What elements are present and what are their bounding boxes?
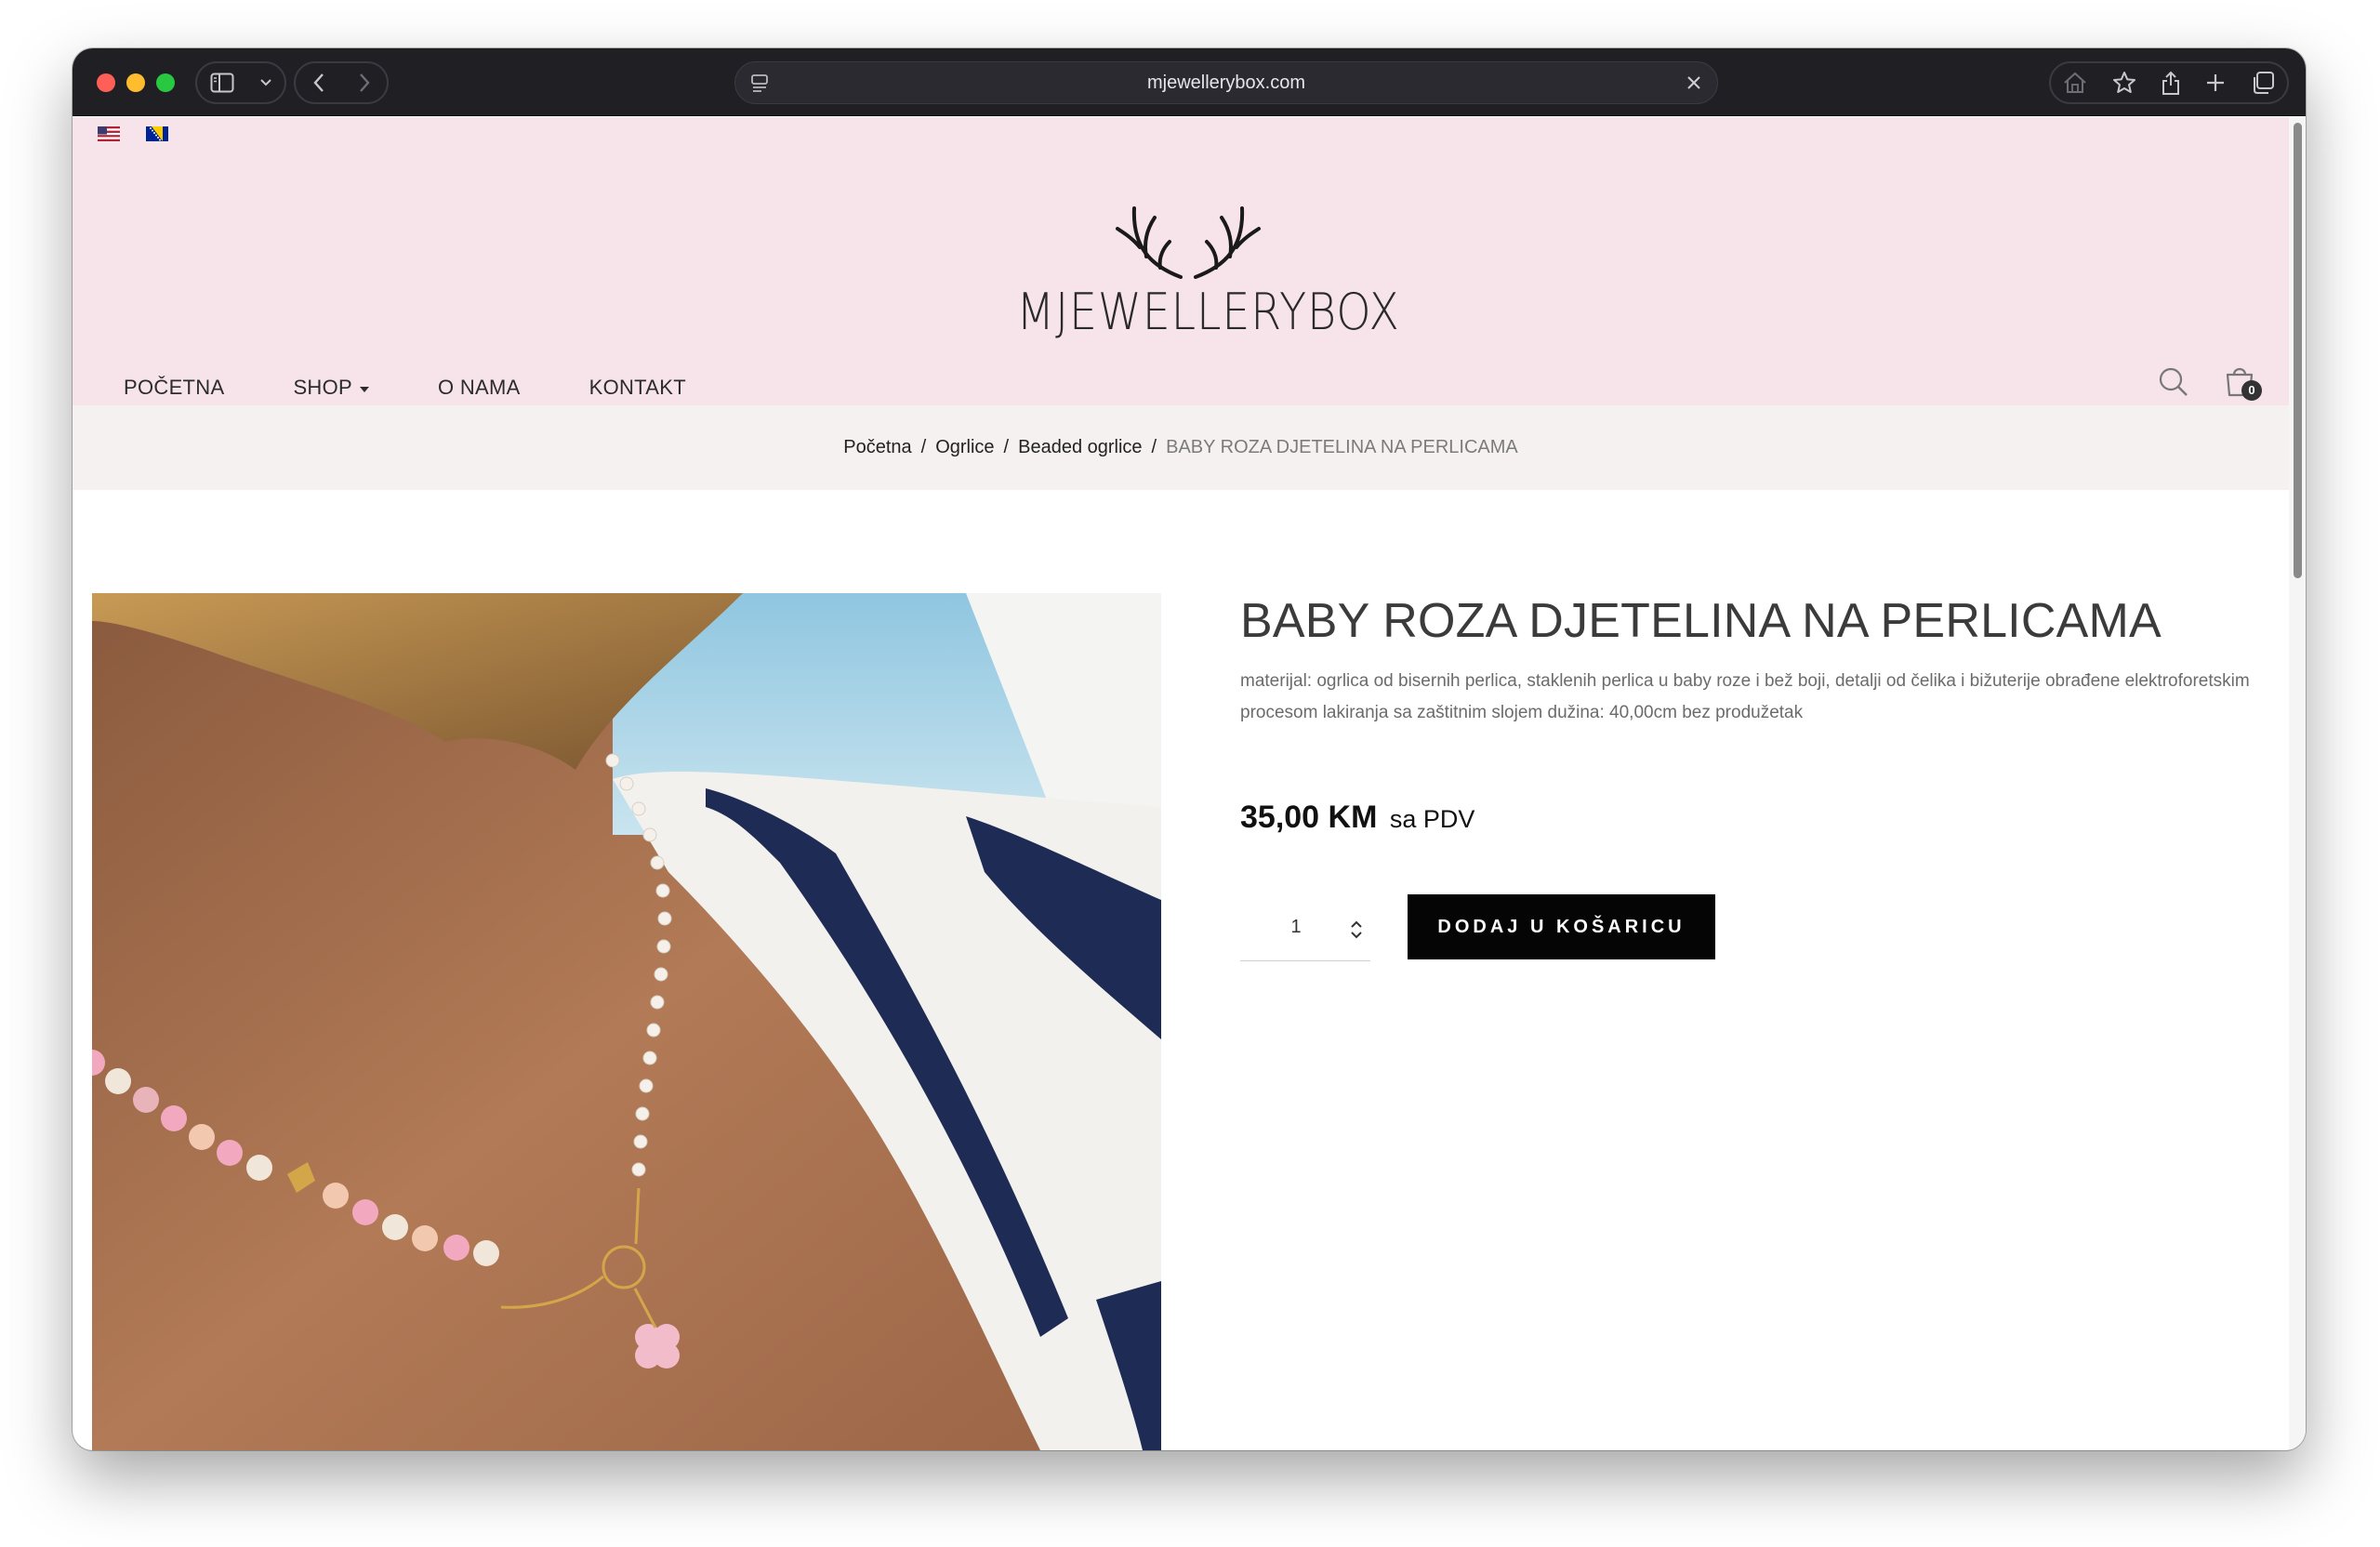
toolbar-actions-group <box>2049 61 2289 104</box>
us-flag-icon[interactable] <box>98 126 120 141</box>
caret-down-icon <box>360 387 370 392</box>
breadcrumb-current: BABY ROZA DJETELINA NA PERLICAMA <box>1166 437 1518 457</box>
breadcrumb-link-ogrlice[interactable]: Ogrlice <box>935 437 994 457</box>
history-nav-group <box>294 61 389 104</box>
cart-count-badge: 0 <box>2241 380 2262 401</box>
nav-item-pocetna[interactable]: POČETNA <box>124 376 224 400</box>
new-tab-icon[interactable] <box>2205 73 2226 93</box>
browser-window: mjewellerybox.com MJEWELLERYBOX POČETNA … <box>73 48 2306 1450</box>
breadcrumb-separator: / <box>1151 437 1157 457</box>
price-vat-note: sa PDV <box>1389 805 1475 833</box>
quantity-stepper[interactable]: 1 <box>1240 896 1370 961</box>
nav-label: KONTAKT <box>588 376 686 399</box>
clear-url-icon[interactable] <box>1684 73 1704 98</box>
nav-item-o-nama[interactable]: O NAMA <box>438 376 521 400</box>
breadcrumb-separator: / <box>1003 437 1010 457</box>
main-navigation: POČETNA SHOP O NAMA KONTAKT <box>124 376 755 400</box>
web-page: MJEWELLERYBOX POČETNA SHOP O NAMA KONTAK… <box>73 117 2289 1450</box>
site-header: MJEWELLERYBOX POČETNA SHOP O NAMA KONTAK… <box>73 117 2289 405</box>
close-window-button[interactable] <box>97 73 115 92</box>
breadcrumb-link-beaded-ogrlice[interactable]: Beaded ogrlice <box>1018 437 1142 457</box>
site-logo[interactable]: MJEWELLERYBOX <box>993 201 1400 341</box>
breadcrumb: Početna / Ogrlice / Beaded ogrlice / BABY ROZA… <box>73 437 2289 458</box>
chevron-down-icon[interactable] <box>259 78 272 87</box>
page-scrollbar[interactable] <box>2289 117 2306 1450</box>
sidebar-toggle-group <box>195 61 286 104</box>
necklace-photo <box>92 593 1161 1450</box>
quantity-value[interactable]: 1 <box>1240 917 1352 938</box>
zoom-window-button[interactable] <box>156 73 175 92</box>
product-price: 35,00 KM sa PDV <box>1240 800 1474 836</box>
product-title: BABY ROZA DJETELINA NA PERLICAMA <box>1240 594 2162 648</box>
cart-button[interactable]: 0 <box>2223 364 2262 402</box>
home-icon[interactable] <box>2063 72 2087 94</box>
product-description: materijal: ogrlica od bisernih perlica, … <box>1240 671 2250 722</box>
scrollbar-thumb[interactable] <box>2294 123 2302 578</box>
forward-arrow-icon[interactable] <box>358 73 371 93</box>
minimize-window-button[interactable] <box>126 73 145 92</box>
nav-item-kontakt[interactable]: KONTAKT <box>589 376 686 400</box>
search-icon[interactable] <box>2158 366 2189 403</box>
browser-toolbar: mjewellerybox.com <box>73 48 2306 116</box>
sidebar-icon[interactable] <box>210 73 234 93</box>
nav-label: POČETNA <box>124 376 225 399</box>
tab-overview-icon[interactable] <box>2251 71 2275 95</box>
language-switcher <box>98 126 168 141</box>
bosnia-flag-icon[interactable] <box>146 126 168 141</box>
price-amount: 35,00 KM <box>1240 800 1378 835</box>
breadcrumb-separator: / <box>920 437 927 457</box>
antlers-logo-icon <box>1116 206 1261 279</box>
logo-text: MJEWELLERYBOX <box>1016 283 1400 341</box>
url-text[interactable]: mjewellerybox.com <box>735 73 1717 94</box>
breadcrumb-bar: Početna / Ogrlice / Beaded ogrlice / BABY ROZA… <box>73 405 2289 490</box>
up-down-arrows-icon[interactable] <box>1350 919 1363 945</box>
breadcrumb-link-pocetna[interactable]: Početna <box>843 437 911 457</box>
nav-item-shop[interactable]: SHOP <box>293 376 370 400</box>
address-bar[interactable]: mjewellerybox.com <box>734 61 1718 104</box>
star-icon[interactable] <box>2112 71 2136 95</box>
add-to-cart-button[interactable]: DODAJ U KOŠARICU <box>1408 894 1715 959</box>
share-icon[interactable] <box>2161 70 2181 96</box>
nav-label: O NAMA <box>438 376 521 399</box>
back-arrow-icon[interactable] <box>312 73 325 93</box>
product-image[interactable] <box>92 593 1161 1450</box>
nav-label: SHOP <box>293 376 353 399</box>
